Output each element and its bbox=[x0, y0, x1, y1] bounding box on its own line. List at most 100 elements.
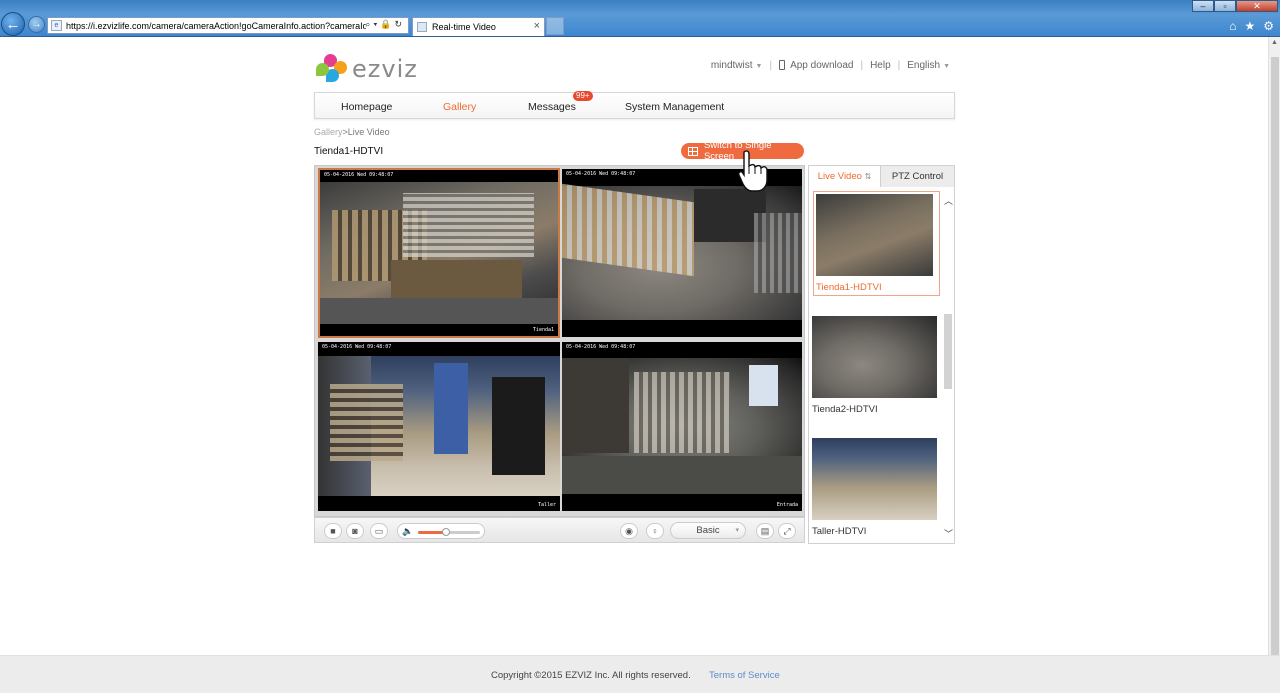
favorites-star-icon[interactable]: ★ bbox=[1244, 19, 1255, 33]
nav-messages[interactable]: Messages bbox=[528, 101, 576, 113]
page-scrollbar[interactable]: ▲ bbox=[1268, 37, 1280, 677]
stop-button[interactable]: ■ bbox=[324, 523, 342, 539]
stop-icon: ■ bbox=[330, 526, 336, 536]
camera-thumbnail bbox=[812, 316, 937, 398]
new-tab-button[interactable] bbox=[546, 17, 564, 35]
video-cell[interactable]: 05-04-2016 Wed 09:48:07 Taller bbox=[318, 342, 560, 511]
refresh-icon[interactable]: ↻ bbox=[394, 19, 405, 29]
video-cell[interactable]: 05-04-2016 Wed 09:48:07 Tienda1 bbox=[318, 168, 560, 338]
address-bar[interactable]: e https://i.ezvizlife.com/camera/cameraA… bbox=[47, 17, 409, 34]
top-links: mindtwist ▼ | App download | Help | Engli… bbox=[711, 60, 950, 71]
record-button[interactable]: ▭ bbox=[370, 523, 388, 539]
separator: | bbox=[769, 60, 773, 71]
settings-gear-icon[interactable]: ⚙ bbox=[1263, 19, 1274, 33]
arrow-left-icon: ← bbox=[5, 15, 21, 33]
camera-list-scroll-thumb[interactable] bbox=[944, 314, 952, 389]
minimize-button[interactable]: – bbox=[1192, 0, 1214, 12]
talk-button[interactable]: ♀ bbox=[646, 523, 664, 539]
close-window-button[interactable]: ✕ bbox=[1236, 0, 1278, 12]
video-camera-label: Tienda1 bbox=[532, 327, 554, 333]
camera-name: Tienda2-HDTVI bbox=[812, 404, 878, 415]
video-timestamp: 05-04-2016 Wed 09:48:07 bbox=[566, 171, 636, 177]
messages-badge: 99+ bbox=[573, 91, 593, 101]
video-timestamp: 05-04-2016 Wed 09:48:07 bbox=[566, 344, 636, 350]
terms-of-service-link[interactable]: Terms of Service bbox=[709, 670, 780, 681]
camera-thumbnail bbox=[812, 438, 937, 520]
window-controls: – ▫ ✕ bbox=[1192, 0, 1278, 12]
tab-favicon-icon bbox=[417, 22, 427, 32]
logo-text: ezviz bbox=[352, 55, 418, 83]
grid-icon bbox=[688, 146, 698, 156]
video-feed bbox=[320, 182, 558, 324]
tab-close-icon[interactable]: × bbox=[534, 20, 540, 32]
tab-ptz-control[interactable]: PTZ Control bbox=[881, 166, 954, 187]
video-feed bbox=[562, 183, 802, 320]
quality-selector[interactable]: Basic ▾ bbox=[670, 522, 746, 539]
refresh-icon: ⇅ bbox=[864, 172, 872, 181]
video-timestamp: 05-04-2016 Wed 09:48:07 bbox=[324, 172, 394, 178]
nav-homepage[interactable]: Homepage bbox=[341, 101, 392, 113]
chevron-down-icon[interactable]: ﹀ bbox=[944, 527, 953, 540]
speaker-icon: 🔈 bbox=[402, 526, 414, 536]
separator: | bbox=[897, 60, 901, 71]
fullscreen-button[interactable]: ⤢ bbox=[778, 523, 796, 539]
camera-list-item[interactable]: Tienda2-HDTVI bbox=[812, 316, 938, 415]
video-camera-label: Entrada bbox=[776, 502, 798, 508]
page-footer: Copyright ©2015 EZVIZ Inc. All rights re… bbox=[0, 655, 1280, 693]
video-record-icon: ▭ bbox=[374, 525, 384, 536]
breadcrumb-current: Live Video bbox=[347, 127, 390, 137]
help-link[interactable]: Help bbox=[870, 60, 891, 71]
browser-tools: ⌂ ★ ⚙ bbox=[1229, 19, 1274, 33]
back-button[interactable]: ← bbox=[1, 12, 25, 36]
user-menu[interactable]: mindtwist ▼ bbox=[711, 60, 763, 71]
chevron-up-icon[interactable]: ︿ bbox=[944, 194, 953, 207]
site-favicon-icon: e bbox=[51, 20, 62, 31]
volume-knob[interactable] bbox=[441, 528, 450, 536]
video-control-bar: ■ ◙ ▭ 🔈 ◉ ♀ Basic ▾ ▤ ⤢ bbox=[314, 517, 805, 543]
export-button[interactable]: ▤ bbox=[756, 523, 774, 539]
maximize-button[interactable]: ▫ bbox=[1214, 0, 1236, 12]
camera-thumbnail bbox=[816, 194, 933, 276]
home-icon[interactable]: ⌂ bbox=[1229, 19, 1236, 33]
camera-title: Tienda1-HDTVI bbox=[314, 146, 384, 157]
hand-pointer-icon bbox=[738, 150, 768, 192]
camera-icon: ◙ bbox=[352, 526, 358, 536]
quality-label: Basic bbox=[696, 525, 720, 536]
ezviz-logo-mark-icon bbox=[316, 54, 350, 84]
folder-icon: ▤ bbox=[760, 525, 770, 536]
video-cell[interactable]: 05-04-2016 Wed 09:48:07 Entrada bbox=[562, 342, 802, 511]
nav-gallery[interactable]: Gallery bbox=[443, 101, 476, 113]
camera-list-item[interactable]: Tienda1-HDTVI bbox=[813, 191, 940, 296]
microphone-icon: ♀ bbox=[651, 526, 659, 536]
app-download-link[interactable]: App download bbox=[779, 60, 853, 71]
volume-slider[interactable] bbox=[418, 528, 480, 536]
video-cell[interactable]: 05-04-2016 Wed 09:48:07 bbox=[562, 169, 802, 337]
tab-live-video[interactable]: Live Video ⇅ bbox=[809, 166, 881, 187]
camera-side-panel: Live Video ⇅ PTZ Control Tienda1-HDTVI T… bbox=[808, 165, 955, 544]
caret-down-icon: ▼ bbox=[943, 63, 950, 70]
snapshot-button[interactable]: ◙ bbox=[346, 523, 364, 539]
phone-icon bbox=[779, 60, 786, 71]
eye-icon: ◉ bbox=[625, 525, 633, 536]
language-selector[interactable]: English ▼ bbox=[907, 60, 950, 71]
chevron-down-icon: ▾ bbox=[735, 527, 739, 534]
breadcrumb-gallery[interactable]: Gallery bbox=[314, 127, 343, 137]
browser-tab[interactable]: Real-time Video × bbox=[412, 17, 545, 36]
caret-down-icon: ▼ bbox=[755, 63, 763, 70]
camera-list-item[interactable]: Taller-HDTVI bbox=[812, 438, 938, 537]
ezviz-logo[interactable]: ezviz bbox=[316, 54, 418, 84]
address-controls[interactable]: ⌕▾🔒↻ bbox=[365, 19, 405, 30]
scroll-up-arrow-icon[interactable]: ▲ bbox=[1271, 39, 1278, 46]
lock-icon[interactable]: 🔒 bbox=[380, 19, 394, 29]
main-navigation: Homepage Gallery Messages 99+ System Man… bbox=[314, 91, 955, 119]
camera-list-scrollbar[interactable]: ︿ ﹀ bbox=[943, 194, 953, 540]
view-button[interactable]: ◉ bbox=[620, 523, 638, 539]
separator: | bbox=[860, 60, 864, 71]
tab-title: Real-time Video bbox=[432, 22, 496, 32]
page-scroll-thumb[interactable] bbox=[1271, 57, 1279, 677]
address-url[interactable]: https://i.ezvizlife.com/camera/cameraAct… bbox=[66, 21, 366, 31]
volume-control[interactable]: 🔈 bbox=[397, 523, 485, 539]
forward-button[interactable]: → bbox=[28, 16, 45, 33]
nav-system-management[interactable]: System Management bbox=[625, 101, 724, 113]
camera-name: Taller-HDTVI bbox=[812, 526, 867, 537]
